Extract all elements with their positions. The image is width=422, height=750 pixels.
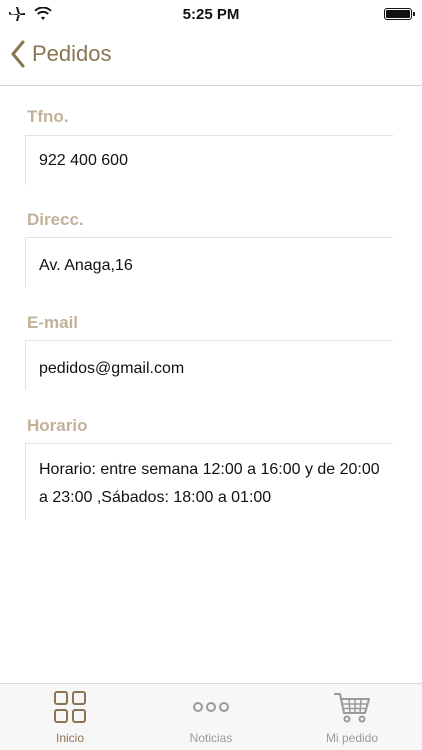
tab-inicio[interactable]: Inicio <box>0 690 140 745</box>
tab-noticias[interactable]: Noticias <box>141 690 281 745</box>
email-label: E-mail <box>27 313 79 332</box>
tab-mi-pedido-label: Mi pedido <box>325 731 379 745</box>
email-field[interactable]: pedidos@gmail.com <box>25 340 393 390</box>
schedule-field[interactable]: Horario: entre semana 12:00 a 16:00 y de… <box>25 443 393 519</box>
status-bar: 5:25 PM <box>0 0 422 30</box>
phone-field[interactable]: 922 400 600 <box>25 135 393 185</box>
back-label: Pedidos <box>32 41 112 66</box>
schedule-label: Horario <box>27 416 88 435</box>
status-time: 5:25 PM <box>182 6 240 23</box>
navigation-bar: Pedidos <box>0 30 422 86</box>
back-button[interactable]: Pedidos <box>10 40 112 68</box>
chevron-left-icon <box>11 40 25 68</box>
grid-icon <box>54 691 86 723</box>
battery-icon <box>384 8 415 20</box>
tab-noticias-label: Noticias <box>189 731 233 745</box>
more-icon <box>193 702 229 712</box>
cart-icon <box>334 693 370 723</box>
tab-bar: Inicio Noticias Mi pedido <box>0 683 422 750</box>
phone-label: Tfno. <box>27 107 69 126</box>
tab-inicio-label: Inicio <box>55 731 84 745</box>
address-field[interactable]: Av. Anaga,16 <box>25 237 393 287</box>
address-label: Direcc. <box>27 210 84 229</box>
tab-mi-pedido[interactable]: Mi pedido <box>282 690 422 745</box>
